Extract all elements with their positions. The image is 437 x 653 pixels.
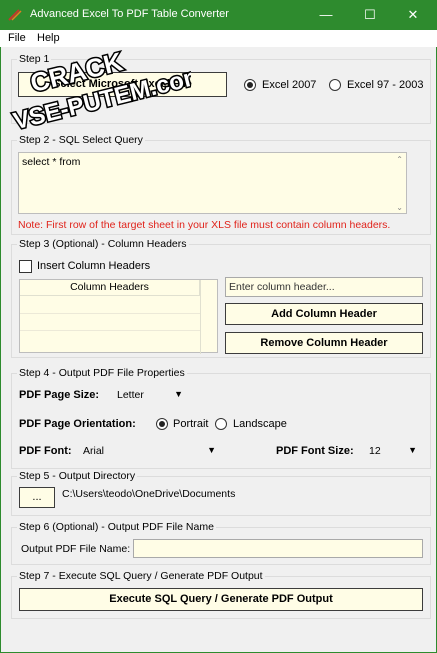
radio-portrait[interactable] — [156, 418, 168, 430]
step5-legend: Step 5 - Output Directory — [17, 470, 138, 482]
radio-excel-97[interactable] — [329, 79, 341, 91]
column-header-input[interactable]: Enter column header... — [225, 277, 423, 297]
maximize-icon[interactable]: ☐ — [355, 5, 385, 25]
column-headers-list[interactable]: Column Headers — [19, 279, 218, 354]
header-note: Note: First row of the target sheet in y… — [18, 219, 391, 231]
step5-group: Step 5 - Output Directory ... C:\Users\t… — [11, 470, 431, 516]
page-size-value: Letter — [117, 389, 144, 401]
dropdown-arrow-icon: ▼ — [174, 389, 183, 399]
step6-group: Step 6 (Optional) - Output PDF File Name… — [11, 521, 431, 565]
close-icon[interactable]: ✕ — [398, 5, 428, 25]
add-column-header-button[interactable]: Add Column Header — [225, 303, 423, 325]
radio-excel-2007[interactable] — [244, 79, 256, 91]
radio-landscape-label: Landscape — [233, 418, 287, 430]
output-file-name-label: Output PDF File Name: — [21, 543, 131, 555]
window-title: Advanced Excel To PDF Table Converter — [30, 8, 229, 20]
font-value: Arial — [83, 445, 105, 457]
font-select[interactable]: Arial ▼ — [77, 441, 220, 461]
step3-group: Step 3 (Optional) - Column Headers Inser… — [11, 238, 431, 358]
insert-headers-label: Insert Column Headers — [37, 260, 151, 272]
execute-generate-button[interactable]: Execute SQL Query / Generate PDF Output — [19, 588, 423, 611]
step7-legend: Step 7 - Execute SQL Query / Generate PD… — [17, 570, 265, 582]
radio-excel-2007-label: Excel 2007 — [262, 79, 317, 91]
list-divider — [200, 280, 201, 354]
menu-bar: File Help — [0, 30, 437, 47]
list-gridline — [20, 330, 200, 331]
font-size-value: 12 — [369, 445, 381, 457]
page-size-label: PDF Page Size: — [19, 389, 100, 401]
font-label: PDF Font: — [19, 445, 72, 457]
radio-excel-97-label: Excel 97 - 2003 — [347, 79, 424, 91]
scroll-down-icon[interactable]: ⌄ — [396, 203, 403, 212]
output-directory-path: C:\Users\teodo\OneDrive\Documents — [62, 488, 236, 500]
page-orientation-label: PDF Page Orientation: — [19, 418, 136, 430]
dropdown-arrow-icon: ▼ — [207, 445, 216, 455]
menu-help[interactable]: Help — [37, 32, 60, 44]
step7-group: Step 7 - Execute SQL Query / Generate PD… — [11, 570, 431, 619]
step2-legend: Step 2 - SQL Select Query — [17, 134, 145, 146]
column-headers-list-header: Column Headers — [20, 280, 200, 296]
font-size-select[interactable]: 12 ▼ — [363, 441, 421, 461]
watermark-logo: CRACK VSE-PUTEM.com — [9, 47, 191, 137]
remove-column-header-button[interactable]: Remove Column Header — [225, 332, 423, 354]
main-window: Step 1 Select Microsoft Excel File Excel… — [0, 47, 437, 653]
radio-portrait-label: Portrait — [173, 418, 209, 430]
title-bar: Advanced Excel To PDF Table Converter — … — [0, 0, 437, 30]
step4-legend: Step 4 - Output PDF File Properties — [17, 367, 187, 379]
app-icon — [8, 9, 22, 21]
step3-legend: Step 3 (Optional) - Column Headers — [17, 238, 189, 250]
dropdown-arrow-icon: ▼ — [408, 445, 417, 455]
browse-directory-button[interactable]: ... — [19, 487, 55, 508]
menu-file[interactable]: File — [8, 32, 26, 44]
list-gridline — [20, 313, 200, 314]
step6-legend: Step 6 (Optional) - Output PDF File Name — [17, 521, 216, 533]
scroll-up-icon[interactable]: ⌃ — [396, 155, 403, 164]
radio-landscape[interactable] — [215, 418, 227, 430]
step4-group: Step 4 - Output PDF File Properties PDF … — [11, 367, 431, 469]
page-size-select[interactable]: Letter ▼ — [111, 385, 187, 405]
step2-group: Step 2 - SQL Select Query select * from … — [11, 134, 431, 235]
sql-query-input[interactable]: select * from ⌃ ⌄ — [18, 152, 407, 214]
sql-query-text: select * from — [22, 156, 81, 168]
output-file-name-input[interactable] — [133, 539, 423, 558]
insert-headers-checkbox[interactable] — [19, 260, 32, 273]
minimize-icon[interactable]: — — [311, 5, 341, 25]
font-size-label: PDF Font Size: — [276, 445, 354, 457]
